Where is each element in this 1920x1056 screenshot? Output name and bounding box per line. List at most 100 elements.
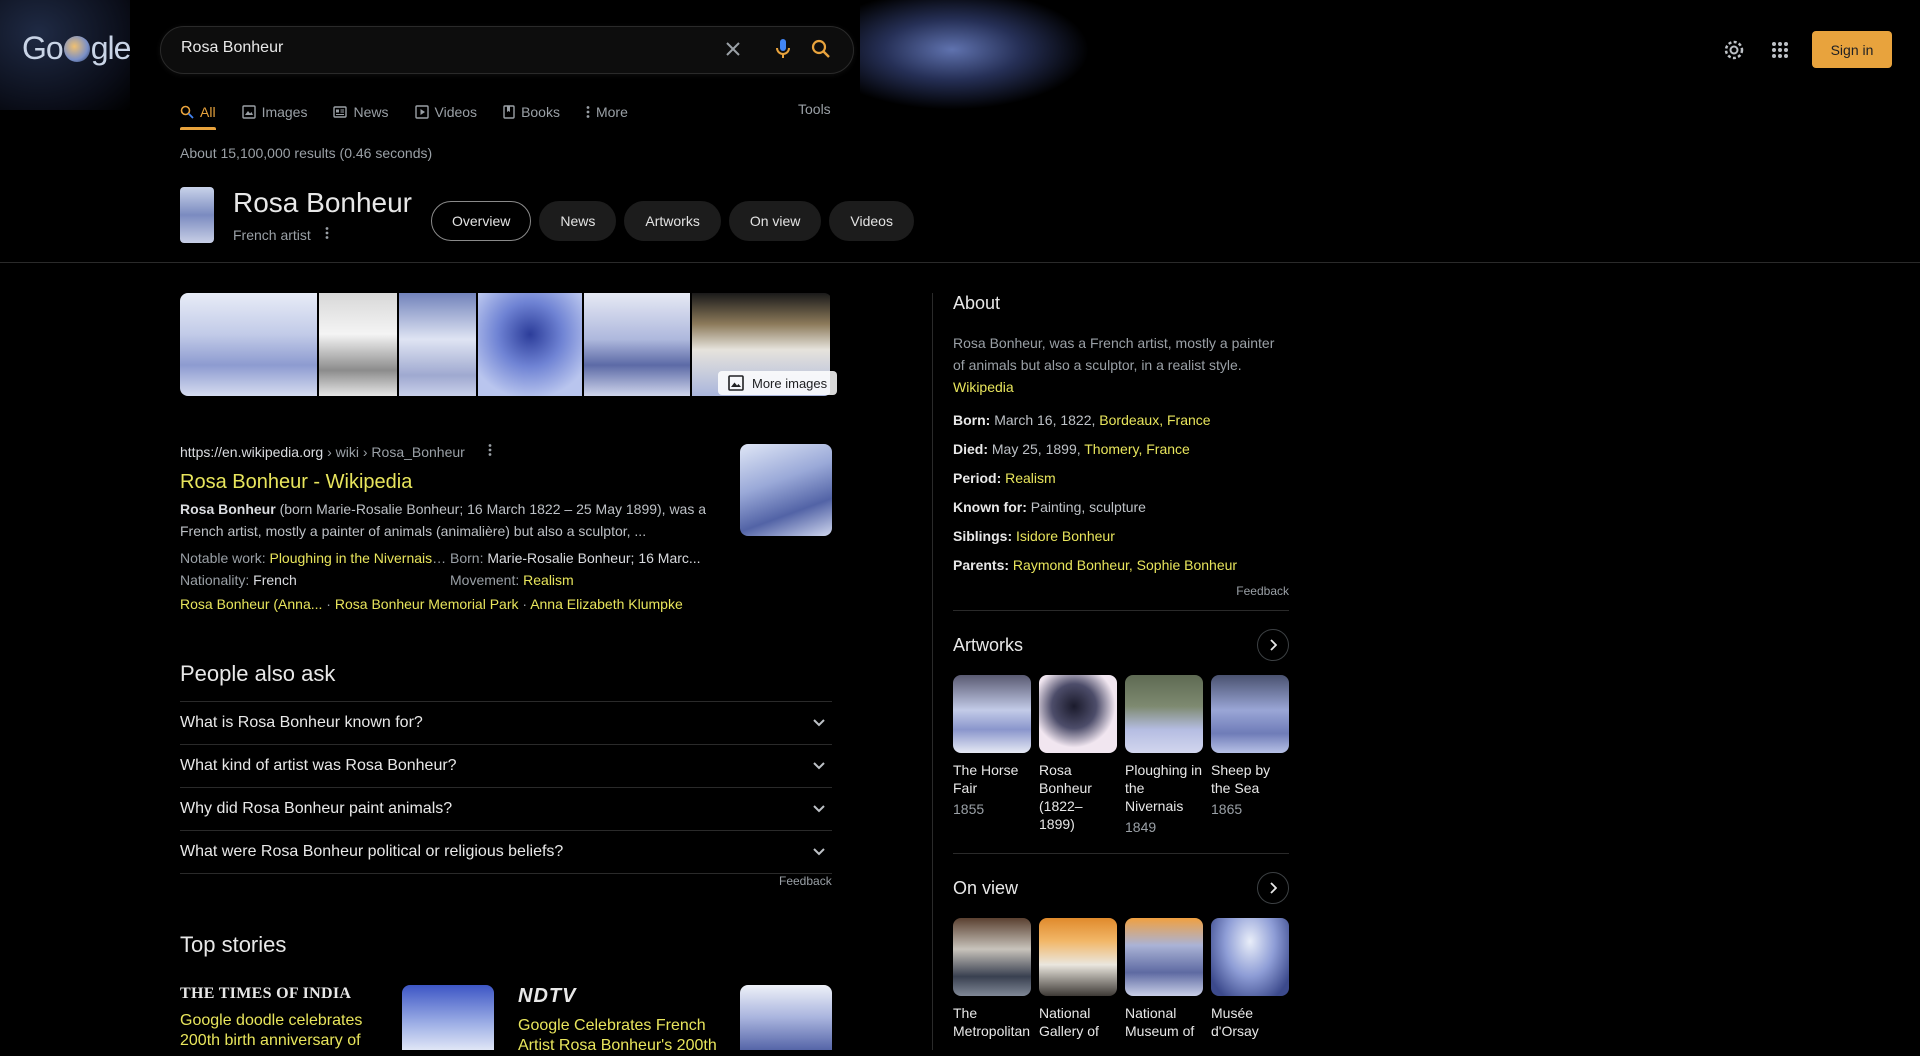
period-link[interactable]: Realism <box>1005 470 1056 486</box>
artwork-thumbnail <box>1125 675 1203 753</box>
tools-button[interactable]: Tools <box>798 101 831 117</box>
fact-value: Marie-Rosalie Bonheur; 16 Marc... <box>487 550 701 566</box>
fact-label: Notable work: <box>180 550 270 566</box>
paa-question-text: Why did Rosa Bonheur paint animals? <box>180 800 453 817</box>
image-thumbnail[interactable] <box>319 293 397 396</box>
fact-born: Born: March 16, 1822, Bordeaux, France <box>953 412 1211 428</box>
gear-icon[interactable] <box>1720 36 1748 64</box>
top-stories-title: Top stories <box>180 932 287 957</box>
paa-title: People also ask <box>180 661 336 686</box>
search-icon[interactable] <box>808 36 834 62</box>
sign-in-button[interactable]: Sign in <box>1812 31 1892 68</box>
result-snippet: Rosa Bonheur (born Marie-Rosalie Bonheur… <box>180 498 720 542</box>
tab-label: Images <box>261 104 308 120</box>
knowledge-panel: About Rosa Bonheur, was a French artist,… <box>953 293 1289 1040</box>
tab-books[interactable]: Books <box>503 100 572 124</box>
logo-text-right: gle <box>90 30 132 66</box>
fact-known-for: Known for: Painting, sculpture <box>953 499 1146 515</box>
museum-card[interactable]: Musée d'Orsay <box>1211 918 1289 1040</box>
fact-siblings: Siblings: Isidore Bonheur <box>953 528 1115 544</box>
fact-link[interactable]: Ploughing in the Nivernais, ... <box>269 550 450 566</box>
museum-thumbnail <box>1039 918 1117 996</box>
museum-card[interactable]: The Metropolitan <box>953 918 1031 1040</box>
dots-vertical-icon[interactable] <box>484 443 496 463</box>
story-thumbnail[interactable] <box>740 985 832 1050</box>
died-place-link[interactable]: Thomery, France <box>1084 441 1190 457</box>
chevron-right-icon[interactable] <box>1257 872 1289 904</box>
born-place-link[interactable]: Bordeaux, France <box>1099 412 1210 428</box>
artwork-thumbnail <box>1039 675 1117 753</box>
sitelinks: Rosa Bonheur (Anna... · Rosa Bonheur Mem… <box>180 596 683 612</box>
tab-all[interactable]: All <box>180 100 228 124</box>
snippet-bold: Rosa Bonheur <box>180 501 276 517</box>
museum-card[interactable]: National Museum of <box>1125 918 1203 1040</box>
sitelink[interactable]: Anna Elizabeth Klumpke <box>530 596 683 612</box>
story-thumbnail[interactable] <box>402 985 494 1050</box>
artwork-card[interactable]: Rosa Bonheur (1822–1899) <box>1039 675 1117 837</box>
sitelink[interactable]: Rosa Bonheur Memorial Park <box>335 596 519 612</box>
chip-overview[interactable]: Overview <box>431 201 532 241</box>
result-facts: Notable work: Ploughing in the Nivernais… <box>180 547 720 591</box>
result-title-link[interactable]: Rosa Bonheur - Wikipedia <box>180 471 412 494</box>
image-thumbnail[interactable] <box>478 293 582 396</box>
result-thumbnail[interactable] <box>740 444 832 536</box>
microphone-icon[interactable] <box>770 36 796 62</box>
artwork-card[interactable]: Sheep by the Sea 1865 <box>1211 675 1289 837</box>
more-images-label: More images <box>752 375 828 391</box>
tab-news[interactable]: News <box>333 100 400 124</box>
fact-label: Born: <box>450 550 488 566</box>
artwork-card[interactable]: Ploughing in the Nivernais 1849 <box>1125 675 1203 837</box>
search-input[interactable]: Rosa Bonheur <box>181 39 283 57</box>
entity-title: Rosa Bonheur <box>233 187 413 218</box>
chip-videos[interactable]: Videos <box>829 201 914 241</box>
search-tabs: All Images News Videos Books More <box>180 100 654 132</box>
dots-vertical-icon[interactable] <box>323 226 331 244</box>
parents-link[interactable]: Raymond Bonheur, Sophie Bonheur <box>1013 557 1237 573</box>
close-icon[interactable] <box>720 36 746 62</box>
chevron-down-icon <box>813 848 825 856</box>
header-divider <box>0 262 1920 263</box>
chip-artworks[interactable]: Artworks <box>624 201 721 241</box>
artworks-title: Artworks <box>953 634 1024 655</box>
paa-question[interactable]: What were Rosa Bonheur political or reli… <box>180 830 832 874</box>
more-images-button[interactable]: More images <box>718 371 838 395</box>
cite-domain: https://en.wikipedia.org <box>180 444 324 460</box>
tab-images[interactable]: Images <box>241 100 320 124</box>
news-icon <box>333 106 348 118</box>
chevron-down-icon <box>813 805 825 813</box>
artwork-thumbnail <box>1211 675 1289 753</box>
chip-on-view[interactable]: On view <box>728 201 822 241</box>
entity-chips: Overview News Artworks On view Videos <box>431 201 914 241</box>
kp-feedback-link[interactable]: Feedback <box>953 584 1289 598</box>
paa-question[interactable]: What kind of artist was Rosa Bonheur? <box>180 744 832 787</box>
chevron-right-icon[interactable] <box>1257 629 1289 661</box>
image-thumbnail[interactable] <box>180 293 317 396</box>
sitelink[interactable]: Rosa Bonheur (Anna... <box>180 596 322 612</box>
description-text: Rosa Bonheur, was a French artist, mostl… <box>953 335 1275 373</box>
tab-videos[interactable]: Videos <box>414 100 490 124</box>
siblings-link[interactable]: Isidore Bonheur <box>1016 528 1115 544</box>
fact-link[interactable]: Realism <box>523 572 574 588</box>
chip-news[interactable]: News <box>539 201 617 241</box>
paa-feedback-link[interactable]: Feedback <box>779 874 832 888</box>
active-tab-indicator <box>180 127 216 130</box>
entity-thumbnail[interactable] <box>180 187 214 243</box>
artwork-card[interactable]: The Horse Fair 1855 <box>953 675 1031 837</box>
tab-more[interactable]: More <box>586 100 640 124</box>
google-doodle-logo[interactable]: Go gle <box>22 30 132 67</box>
story-headline[interactable]: Google Celebrates French Artist Rosa Bon… <box>518 1016 718 1056</box>
paa-question[interactable]: Why did Rosa Bonheur paint animals? <box>180 787 832 830</box>
logo-text-left: Go <box>22 30 64 66</box>
image-thumbnail[interactable] <box>399 293 476 396</box>
paa-question[interactable]: What is Rosa Bonheur known for? <box>180 701 832 744</box>
museum-thumbnail <box>1211 918 1289 996</box>
story-headline[interactable]: Google doodle celebrates 200th birth ann… <box>180 1011 380 1051</box>
wikipedia-link[interactable]: Wikipedia <box>953 379 1014 395</box>
apps-grid-icon[interactable] <box>1766 36 1794 64</box>
result-cite[interactable]: https://en.wikipedia.org › wiki › Rosa_B… <box>180 444 465 460</box>
kp-separator <box>953 610 1289 611</box>
image-thumbnail[interactable] <box>584 293 690 396</box>
museum-card[interactable]: National Gallery of <box>1039 918 1117 1040</box>
tab-label: More <box>595 104 628 120</box>
cite-path: › wiki › Rosa_Bonheur <box>323 444 465 460</box>
